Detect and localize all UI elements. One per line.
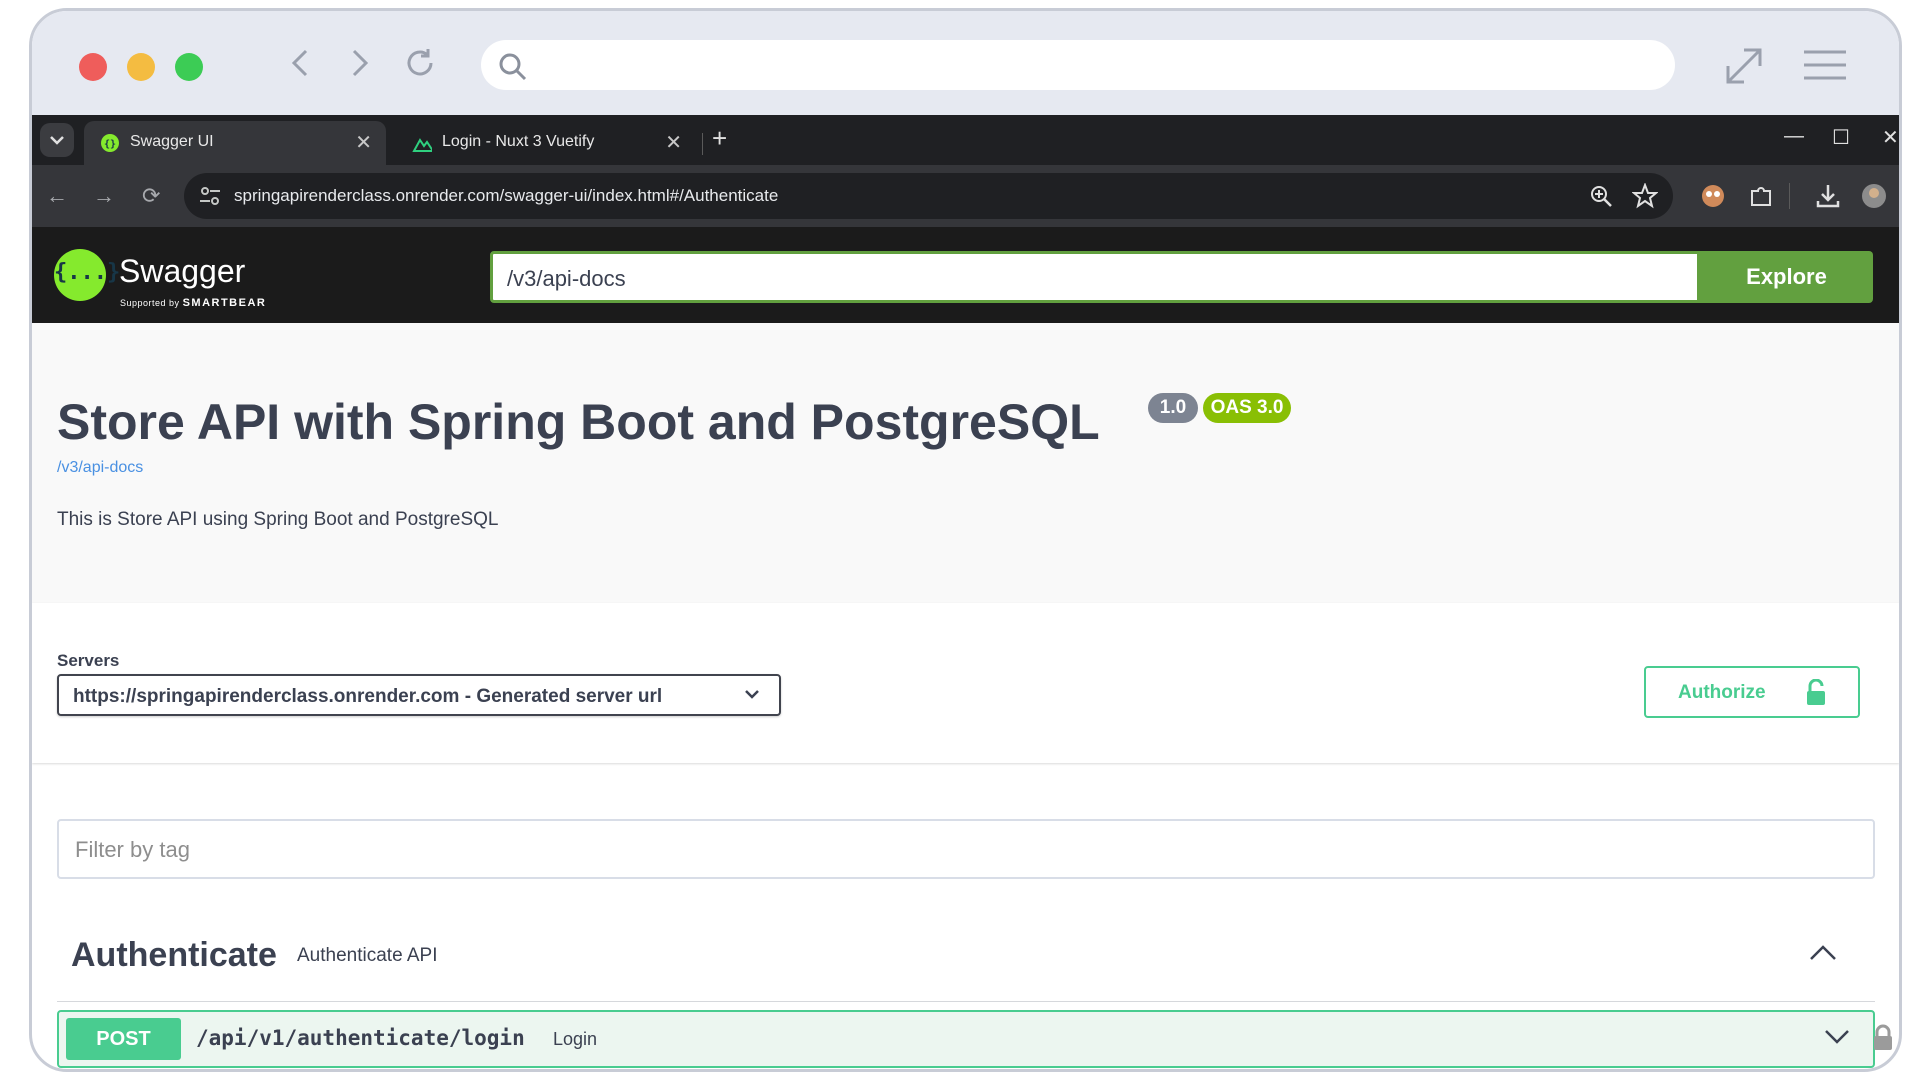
toolbar-divider [1789,183,1790,209]
tab-login-nuxt[interactable]: Login - Nuxt 3 Vuetify ✕ [396,121,696,165]
unlocked-lock-icon [1807,679,1825,705]
api-description: This is Store API using Spring Boot and … [57,509,499,530]
search-icon [499,53,527,81]
api-info-section: Store API with Spring Boot and PostgreSQ… [32,323,1899,603]
close-window-button[interactable] [79,53,107,81]
restore-icon[interactable]: ☐ [1832,125,1850,150]
version-badge: 1.0 [1148,393,1198,423]
outer-search-bar[interactable] [481,40,1675,90]
api-title: Store API with Spring Boot and PostgreSQ… [57,394,1100,450]
outer-title-bar [32,11,1899,115]
hamburger-menu-icon[interactable] [1802,49,1848,83]
reload-icon[interactable]: ⟳ [142,183,160,209]
servers-select[interactable]: https://springapirenderclass.onrender.co… [57,674,781,716]
chevron-down-icon [50,136,64,145]
tab-title: Swagger UI [130,133,214,150]
servers-label: Servers [57,651,120,670]
profile-avatar-icon[interactable] [1859,181,1889,211]
swagger-supported-by: Supported by SMARTBEAR [120,297,267,309]
address-bar[interactable]: springapirenderclass.onrender.com/swagge… [184,173,1673,219]
maximize-window-button[interactable] [175,53,203,81]
tab-swagger-ui[interactable]: {} Swagger UI ✕ [84,121,386,165]
nuxt-favicon-icon [412,138,432,152]
chevron-up-icon[interactable] [1808,943,1838,963]
filter-by-tag-input[interactable]: Filter by tag [57,819,1875,879]
swagger-favicon-icon: {} [101,134,119,152]
tag-title[interactable]: Authenticate [71,936,277,975]
close-tab-icon[interactable]: ✕ [355,130,372,155]
close-icon[interactable]: ✕ [1882,125,1899,150]
minimize-window-button[interactable] [127,53,155,81]
operation-post-login[interactable]: POST /api/v1/authenticate/login Login [57,1010,1892,1068]
download-icon[interactable] [1813,181,1843,211]
tag-divider [57,1001,1875,1002]
tab-separator [702,133,703,155]
tab-title: Login - Nuxt 3 Vuetify [442,133,595,150]
minimize-icon[interactable]: — [1784,125,1804,148]
servers-section: Servers https://springapirenderclass.onr… [32,603,1899,763]
explore-button[interactable]: Explore [1700,251,1873,303]
new-tab-button[interactable]: + [712,123,727,154]
oas-badge: OAS 3.0 [1203,393,1291,423]
site-info-icon[interactable] [198,184,222,208]
back-arrow-icon[interactable] [278,41,322,85]
swagger-topbar: {...} Swagger Supported by SMARTBEAR /v3… [32,227,1899,323]
spec-url-input[interactable]: /v3/api-docs [490,251,1700,303]
lock-icon[interactable] [1871,1024,1895,1052]
forward-icon[interactable]: → [93,183,115,209]
servers-selected-value: https://springapirenderclass.onrender.co… [73,686,663,707]
operation-summary: Login [553,1029,598,1049]
expand-icon[interactable] [1722,44,1766,88]
reload-icon[interactable] [398,41,442,85]
zoom-icon[interactable] [1589,184,1613,208]
method-badge: POST [66,1018,181,1060]
swagger-logo-icon[interactable]: {...} [54,249,120,301]
toolbar: ← → ⟳ springapirenderclass.onrender.com/… [32,165,1899,227]
operation-path: /api/v1/authenticate/login [196,1026,525,1050]
url-text: springapirenderclass.onrender.com/swagge… [234,186,779,205]
bookmark-star-icon[interactable] [1632,183,1658,209]
close-tab-icon[interactable]: ✕ [665,130,682,155]
swagger-logo-text: Swagger [119,253,246,289]
back-icon[interactable]: ← [46,183,68,209]
tab-strip: {} Swagger UI ✕ Login - Nuxt 3 Vuetify ✕… [32,115,1899,165]
forward-arrow-icon[interactable] [338,41,382,85]
extensions-puzzle-icon[interactable] [1746,181,1776,211]
tab-search-button[interactable] [40,123,74,157]
svg-text:{}: {} [104,139,116,150]
api-docs-link[interactable]: /v3/api-docs [57,459,143,477]
tag-description: Authenticate API [297,945,438,966]
chevron-down-icon[interactable] [1823,1028,1851,1046]
extension-avatar-icon[interactable] [1698,181,1728,211]
authorize-button[interactable]: Authorize [1644,666,1860,718]
chevron-down-icon [745,690,759,699]
browser-window: {} Swagger UI ✕ Login - Nuxt 3 Vuetify ✕… [29,8,1902,1072]
